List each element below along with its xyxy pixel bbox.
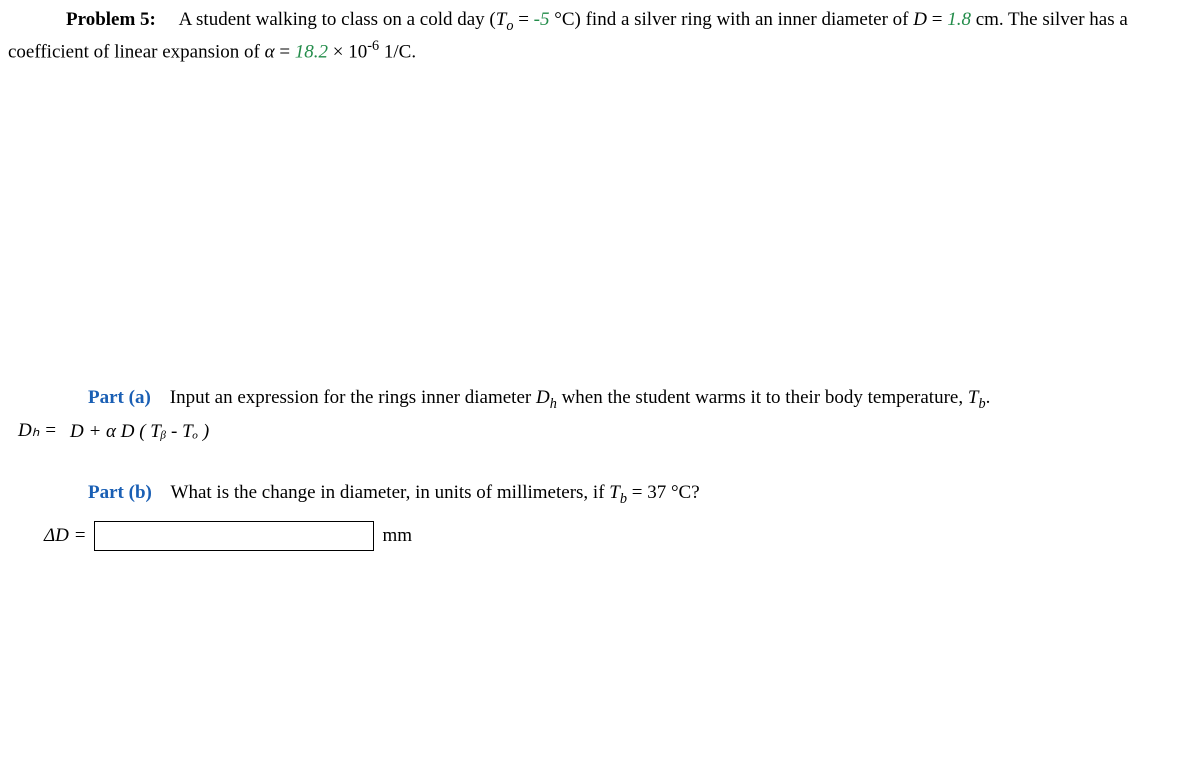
problem-text: A student walking to class on a cold day…	[179, 9, 496, 30]
Dh-symbol: D	[536, 387, 550, 408]
part-a-expression-lhs: Dₕ =	[18, 417, 57, 445]
alpha-value: 18.2	[295, 42, 328, 63]
part-a-prompt: when the student warms it to their body …	[557, 387, 968, 408]
D-symbol: D	[913, 9, 927, 30]
part-a-expression-display: D + α D ( Tᵦ - Tₒ )	[63, 417, 303, 445]
alpha-exponent: -6	[367, 38, 379, 54]
Tb-symbol: T	[609, 482, 620, 503]
problem-text: × 10	[328, 42, 367, 63]
problem-text: °C) find a silver ring with an inner dia…	[549, 9, 913, 30]
part-b-label: Part (b)	[88, 482, 152, 503]
alpha-symbol: α	[265, 42, 275, 63]
part-a-block: Part (a) Input an expression for the rin…	[88, 384, 1194, 414]
part-b-block: Part (b) What is the change in diameter,…	[88, 479, 1194, 509]
spacer	[6, 76, 1194, 376]
part-b-prompt: = 37 °C?	[627, 482, 700, 503]
answer-label: ΔD =	[44, 522, 86, 550]
part-a-prompt: .	[986, 387, 991, 408]
problem-text: =	[927, 9, 947, 30]
D-value: 1.8	[947, 9, 971, 30]
problem-text: coefficient of linear expansion of	[8, 42, 265, 63]
part-a-label: Part (a)	[88, 387, 151, 408]
problem-text: cm. The silver has a	[971, 9, 1128, 30]
problem-text: =	[275, 42, 295, 63]
delta-d-input[interactable]	[94, 521, 374, 551]
problem-text: =	[513, 9, 533, 30]
problem-text: 1/C.	[379, 42, 416, 63]
problem-label: Problem 5:	[66, 9, 156, 30]
answer-unit: mm	[382, 522, 412, 550]
problem-statement: Problem 5: A student walking to class on…	[6, 6, 1194, 66]
part-b-prompt: What is the change in diameter, in units…	[171, 482, 610, 503]
To-value: -5	[534, 9, 550, 30]
Tb-subscript: b	[978, 396, 985, 412]
Tb-subscript: b	[620, 491, 627, 507]
To-symbol: T	[496, 9, 507, 30]
Tb-symbol: T	[968, 387, 979, 408]
Dh-subscript: h	[550, 396, 557, 412]
part-a-prompt: Input an expression for the rings inner …	[170, 387, 536, 408]
